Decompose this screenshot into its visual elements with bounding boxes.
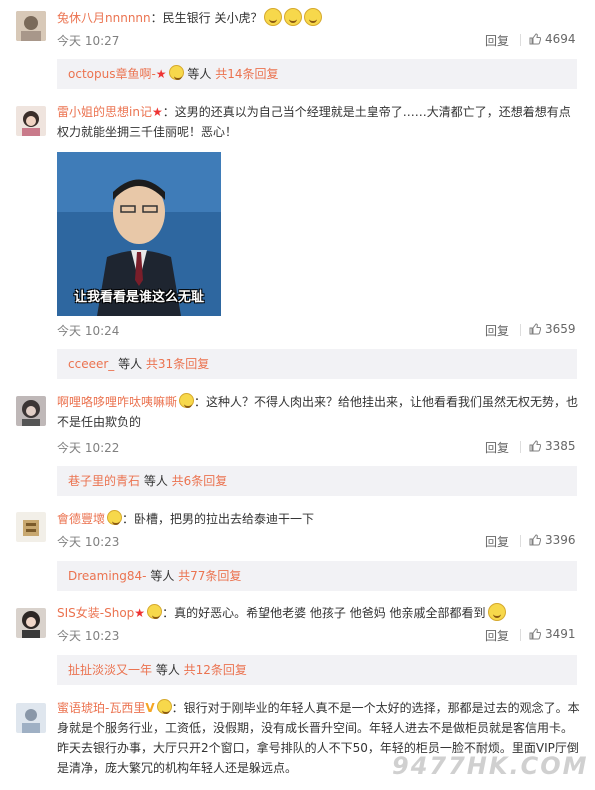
- sub-reply-text: 等人: [146, 569, 179, 583]
- sub-reply-user[interactable]: cceeer_: [68, 357, 114, 371]
- username[interactable]: 蜜语琥珀-瓦西里: [57, 701, 145, 715]
- divider: [520, 324, 521, 336]
- laugh-emoji-icon: [304, 8, 323, 26]
- divider: [520, 34, 521, 46]
- like-count: 3396: [545, 533, 576, 547]
- laugh-emoji-icon: [284, 8, 303, 26]
- username[interactable]: 兔休八月nnnnnn: [57, 11, 151, 25]
- sub-reply-box[interactable]: Dreaming84- 等人 共77条回复: [57, 561, 577, 591]
- vip-badge-icon: [179, 393, 195, 408]
- sub-reply-user[interactable]: Dreaming84-: [68, 569, 147, 583]
- avatar[interactable]: [16, 512, 46, 542]
- comment-image[interactable]: 让我看看是谁这么无耻: [57, 152, 221, 316]
- vip-badge-icon: [147, 604, 163, 619]
- laugh-emoji-icon: [264, 8, 283, 26]
- like-button[interactable]: 4694: [529, 32, 576, 46]
- timestamp: 今天 10:23: [57, 629, 120, 643]
- avatar[interactable]: [16, 106, 46, 136]
- like-button[interactable]: 3396: [529, 533, 576, 547]
- sub-reply-count[interactable]: 共31条回复: [146, 357, 209, 371]
- sub-reply-box[interactable]: 巷子里的青石 等人 共6条回复: [57, 466, 577, 496]
- timestamp: 今天 10:23: [57, 535, 120, 549]
- thumbs-up-icon: [529, 440, 541, 452]
- sub-reply-count[interactable]: 共14条回复: [215, 67, 278, 81]
- divider: [520, 629, 521, 641]
- vip-badge-icon: [107, 510, 123, 525]
- timestamp: 今天 10:27: [57, 34, 120, 48]
- avatar[interactable]: [16, 11, 46, 41]
- sub-reply-user[interactable]: 巷子里的青石: [68, 474, 140, 488]
- like-count: 4694: [545, 32, 576, 46]
- vip-badge-icon: [156, 699, 172, 714]
- image-caption: 让我看看是谁这么无耻: [73, 290, 204, 305]
- reply-button[interactable]: 回复: [485, 533, 509, 550]
- thumbs-up-icon: [529, 628, 541, 640]
- reply-button[interactable]: 回复: [485, 322, 509, 339]
- avatar[interactable]: [16, 396, 46, 426]
- comment-body: ：民生银行 关小虎？: [150, 11, 263, 25]
- comment-meta: 今天 10:23 回复 3396: [57, 533, 577, 549]
- comment-meta: 今天 10:27 回复 4694: [57, 32, 577, 48]
- verified-v-icon: V: [145, 701, 155, 715]
- avatar[interactable]: [16, 608, 46, 638]
- star-badge-icon: ★: [155, 67, 167, 81]
- sub-reply-text: 等人: [152, 663, 184, 677]
- username[interactable]: 啊哩咯哆哩咋呔咦嘛嘶: [57, 395, 177, 409]
- comment-text: 會德豐壞 ：卧槽，把男的拉出去给泰迪干一下: [57, 509, 582, 529]
- sub-reply-text: 等人: [114, 357, 146, 371]
- like-button[interactable]: 3385: [529, 439, 576, 453]
- reply-button[interactable]: 回复: [485, 32, 509, 49]
- username[interactable]: 雷小姐的思想in记: [57, 105, 152, 119]
- comment-body: ：真的好恶心。希望他老婆 他孩子 他爸妈 他亲戚全部都看到: [162, 606, 486, 620]
- comment-text: 兔休八月nnnnnn：民生银行 关小虎？: [57, 8, 582, 28]
- avatar[interactable]: [16, 703, 46, 733]
- reply-button[interactable]: 回复: [485, 439, 509, 456]
- sub-reply-box[interactable]: octopus章鱼啊-★ 等人 共14条回复: [57, 59, 577, 89]
- divider: [520, 535, 521, 547]
- like-button[interactable]: 3491: [529, 627, 576, 641]
- laugh-emoji-icon: [487, 603, 506, 621]
- like-count: 3491: [545, 627, 576, 641]
- sub-reply-count[interactable]: 共77条回复: [178, 569, 241, 583]
- comment-meta: 今天 10:23 回复 3491: [57, 627, 577, 643]
- comment-meta: 今天 10:22 回复 3385: [57, 439, 577, 455]
- thumbs-up-icon: [529, 33, 541, 45]
- sub-reply-box[interactable]: 扯扯淡淡又一年 等人 共12条回复: [57, 655, 577, 685]
- timestamp: 今天 10:22: [57, 441, 120, 455]
- sub-reply-count[interactable]: 共12条回复: [184, 663, 247, 677]
- comment-text: SIS女装-Shop★ ：真的好恶心。希望他老婆 他孩子 他爸妈 他亲戚全部都看到: [57, 603, 582, 623]
- like-count: 3385: [545, 439, 576, 453]
- sub-reply-user[interactable]: octopus章鱼啊-: [68, 67, 156, 81]
- vip-badge-icon: [168, 65, 184, 80]
- comment-text: 啊哩咯哆哩咋呔咦嘛嘶 ：这种人？不得人肉出来？给他挂出来，让他看看我们虽然无权无势…: [57, 392, 582, 432]
- comment-meta: 今天 10:24 回复 3659: [57, 322, 577, 338]
- sub-reply-user[interactable]: 扯扯淡淡又一年: [68, 663, 152, 677]
- sub-reply-text: 等人: [183, 67, 216, 81]
- reply-button[interactable]: 回复: [485, 627, 509, 644]
- star-badge-icon: ★: [134, 606, 146, 620]
- username[interactable]: SIS女装-Shop: [57, 606, 134, 620]
- like-button[interactable]: 3659: [529, 322, 576, 336]
- like-count: 3659: [545, 322, 576, 336]
- sub-reply-text: 等人: [140, 474, 172, 488]
- sub-reply-count[interactable]: 共6条回复: [172, 474, 228, 488]
- thumbs-up-icon: [529, 534, 541, 546]
- watermark: 9477HK.COM: [392, 752, 589, 780]
- comment-body: ：卧槽，把男的拉出去给泰迪干一下: [122, 512, 315, 526]
- star-badge-icon: ★: [151, 105, 163, 119]
- thumbs-up-icon: [529, 323, 541, 335]
- username[interactable]: 會德豐壞: [57, 512, 105, 526]
- sub-reply-box[interactable]: cceeer_ 等人 共31条回复: [57, 349, 577, 379]
- comment-text: 雷小姐的思想in记★：这男的还真以为自己当个经理就是土皇帝了……大清都亡了，还想…: [57, 102, 582, 142]
- timestamp: 今天 10:24: [57, 324, 120, 338]
- divider: [520, 441, 521, 453]
